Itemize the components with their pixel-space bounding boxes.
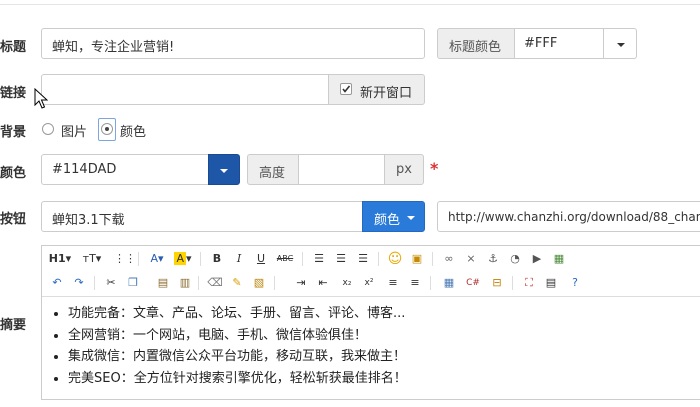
mouse-cursor-icon xyxy=(34,88,48,109)
redo-icon[interactable]: ↷ xyxy=(70,274,88,292)
outdent-icon[interactable]: ⇤ xyxy=(314,274,332,292)
paste-word-icon[interactable]: ▥ xyxy=(176,274,194,292)
px-addon: px xyxy=(384,154,424,185)
bold-button[interactable]: B xyxy=(208,250,226,268)
top-divider xyxy=(0,4,700,5)
horizontal-rule-icon[interactable]: ⊟ xyxy=(488,274,506,292)
caret-down-icon xyxy=(407,216,415,220)
toolbar-separator xyxy=(200,252,201,266)
color-input-value: #114DAD xyxy=(52,162,117,177)
checkmark-icon xyxy=(342,85,351,93)
new-window-label: 新开窗口 xyxy=(360,86,413,101)
background-label: 背景 xyxy=(0,125,27,140)
list-item: 集成微信：内置微信公众平台功能，移动互联，我来做主！ xyxy=(68,346,700,368)
fullscreen-icon[interactable]: ⛶ xyxy=(520,274,538,292)
button-url-value: http://www.chanzhi.org/download/88_chanz… xyxy=(448,210,700,224)
emoticon-icon[interactable]: ☺ xyxy=(386,250,404,268)
format-brush-icon[interactable]: ✎ xyxy=(228,274,246,292)
strikethrough-button[interactable]: ABC xyxy=(274,250,296,268)
button-color-dropdown[interactable]: 颜色 xyxy=(362,201,425,232)
height-input[interactable] xyxy=(298,154,385,185)
toolbar-separator xyxy=(138,252,139,266)
new-window-addon[interactable]: 新开窗口 xyxy=(328,74,425,105)
summary-editor[interactable]: H1▾ тT▾ ⋮⋮ A▾ A ▾ B I U ABC ☰ ☰ ☰ ☺ ▣ ∞ ⨯… xyxy=(41,245,700,400)
font-size-button[interactable]: тT▾ xyxy=(80,250,104,268)
copy-icon[interactable]: ❐ xyxy=(124,274,142,292)
title-color-addon: 标题颜色 xyxy=(437,28,515,59)
toolbar-separator xyxy=(430,276,431,290)
background-option-color: 颜色 xyxy=(120,125,147,140)
list-item: 功能完备：文章、产品、论坛、手册、留言、评论、博客... xyxy=(68,303,700,325)
title-label: 标题 xyxy=(0,40,27,55)
button-color-label: 颜色 xyxy=(374,213,401,228)
table-icon[interactable]: ▦ xyxy=(440,274,458,292)
caret-down-icon xyxy=(220,169,228,173)
height-addon: 高度 xyxy=(247,154,299,185)
paste-icon[interactable]: ▤ xyxy=(154,274,172,292)
required-mark: * xyxy=(430,159,439,178)
anchor-icon[interactable]: ⚓ xyxy=(484,250,502,268)
cut-icon[interactable]: ✂ xyxy=(102,274,120,292)
align-right-icon[interactable]: ☰ xyxy=(354,250,372,268)
underline-button[interactable]: U xyxy=(252,250,270,268)
toolbar-separator xyxy=(512,276,513,290)
subscript-button[interactable]: x₂ xyxy=(338,274,356,292)
background-radio-image[interactable] xyxy=(42,123,54,135)
title-color-label: 标题颜色 xyxy=(449,40,502,55)
toolbar-separator xyxy=(378,252,379,266)
line-height-icon[interactable]: ⋮⋮ xyxy=(114,250,136,268)
title-color-input[interactable]: #FFF xyxy=(514,28,604,59)
clear-format-icon[interactable]: ▧ xyxy=(250,274,268,292)
toolbar-separator xyxy=(274,276,275,290)
button-text-value: 蝉知3.1下载 xyxy=(52,213,125,228)
px-unit: px xyxy=(396,162,412,177)
font-color-button[interactable]: A▾ xyxy=(146,250,168,268)
align-center-icon[interactable]: ☰ xyxy=(332,250,350,268)
eraser-icon[interactable]: ⌫ xyxy=(206,274,224,292)
image-upload-icon[interactable]: ▣ xyxy=(408,250,426,268)
summary-label: 摘要 xyxy=(0,318,27,333)
link-label: 链接 xyxy=(0,86,27,101)
list-item: 全网营销：一个网站，电脑、手机、微信体验俱佳！ xyxy=(68,325,700,347)
toolbar-separator xyxy=(302,252,303,266)
button-url-input[interactable]: http://www.chanzhi.org/download/88_chanz… xyxy=(437,201,700,232)
list-item: 完美SEO：全方位针对搜索引擎优化，轻松斩获最佳排名！ xyxy=(68,368,700,390)
italic-button[interactable]: I xyxy=(230,250,248,268)
unlink-icon[interactable]: ⨯ xyxy=(462,250,480,268)
title-color-dropdown[interactable] xyxy=(603,28,637,59)
button-label: 按钮 xyxy=(0,212,27,227)
indent-icon[interactable]: ⇥ xyxy=(292,274,310,292)
superscript-button[interactable]: x² xyxy=(360,274,378,292)
image-icon[interactable]: ▦ xyxy=(550,250,568,268)
height-label: 高度 xyxy=(259,166,286,181)
unordered-list-icon[interactable]: ≡ xyxy=(406,274,424,292)
toolbar-separator xyxy=(432,252,433,266)
color-swatch-dropdown[interactable] xyxy=(208,154,240,185)
link-icon[interactable]: ∞ xyxy=(440,250,458,268)
ordered-list-icon[interactable]: ≡ xyxy=(384,274,402,292)
toolbar-separator xyxy=(94,276,95,290)
caret-down-icon xyxy=(617,43,625,47)
button-text-input[interactable]: 蝉知3.1下载 xyxy=(41,201,363,232)
title-color-value: #FFF xyxy=(524,36,558,51)
title-input-value: 蝉知，专注企业营销! xyxy=(52,40,175,55)
flash-icon[interactable]: ◔ xyxy=(506,250,524,268)
title-input[interactable]: 蝉知，专注企业营销! xyxy=(41,28,425,59)
color-input[interactable]: #114DAD xyxy=(41,154,209,185)
media-icon[interactable]: ▶ xyxy=(528,250,546,268)
code-icon[interactable]: C# xyxy=(464,274,482,292)
align-left-icon[interactable]: ☰ xyxy=(310,250,328,268)
editor-content[interactable]: 功能完备：文章、产品、论坛、手册、留言、评论、博客... 全网营销：一个网站，电… xyxy=(42,296,700,389)
toolbar-separator xyxy=(198,276,199,290)
source-icon[interactable]: ▤ xyxy=(542,274,560,292)
background-radio-color[interactable] xyxy=(101,123,113,135)
link-input[interactable] xyxy=(41,74,329,105)
highlight-color-button[interactable]: A ▾ xyxy=(172,250,194,268)
help-icon[interactable]: ? xyxy=(566,274,584,292)
undo-icon[interactable]: ↶ xyxy=(48,274,66,292)
color-label: 颜色 xyxy=(0,166,27,181)
heading-button[interactable]: H1▾ xyxy=(48,250,72,268)
background-option-image: 图片 xyxy=(61,125,88,140)
new-window-checkbox[interactable] xyxy=(340,83,352,95)
